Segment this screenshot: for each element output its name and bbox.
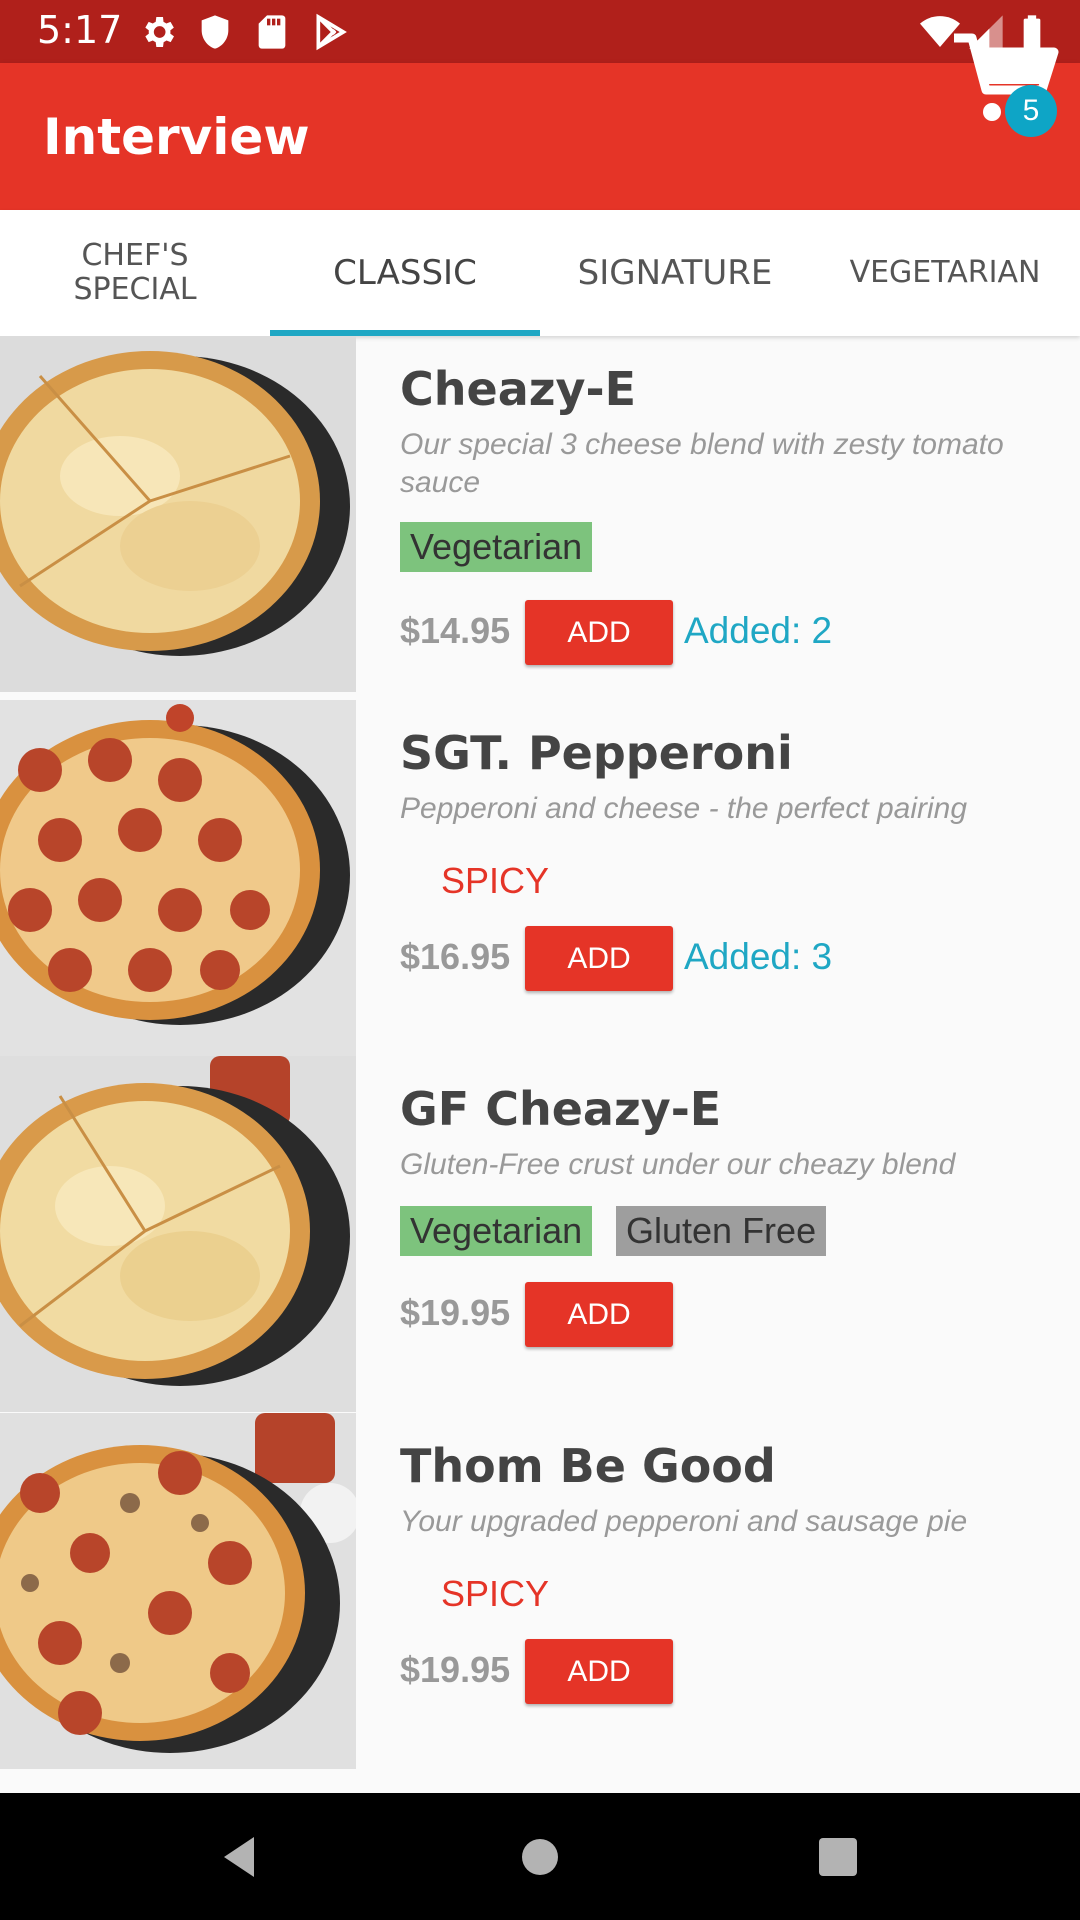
category-tabs: CHEF'S SPECIAL CLASSIC SIGNATURE VEGETAR… (0, 210, 1080, 336)
tab-classic[interactable]: CLASSIC (270, 210, 540, 336)
vegetarian-tag: Vegetarian (400, 522, 593, 572)
app-bar: Interview (0, 63, 1080, 210)
tab-signature[interactable]: SIGNATURE (540, 210, 810, 336)
back-icon[interactable] (210, 1827, 270, 1887)
add-button[interactable]: ADD (525, 600, 673, 665)
item-title: Thom Be Good (400, 1439, 776, 1493)
pizza-image (0, 700, 356, 1056)
pizza-image (0, 1413, 356, 1769)
sd-card-icon (252, 12, 292, 52)
list-item: GF Cheazy-E Gluten-Free crust under our … (0, 1056, 1080, 1414)
add-button[interactable]: ADD (525, 1282, 673, 1347)
list-item: Thom Be Good Your upgraded pepperoni and… (0, 1413, 1080, 1771)
item-description: Pepperoni and cheese - the perfect pairi… (400, 792, 968, 825)
list-item: Cheazy-E Our special 3 cheese blend with… (0, 336, 1080, 694)
added-count: Added: 2 (684, 610, 833, 651)
tab-vegetarian[interactable]: VEGETARIAN (810, 210, 1080, 336)
item-description: Our special 3 cheese blend with zesty to… (400, 428, 1004, 499)
spicy-label: SPICY (441, 860, 550, 901)
play-store-icon (310, 12, 350, 52)
home-icon[interactable] (510, 1827, 570, 1887)
gluten-free-tag: Gluten Free (616, 1206, 827, 1256)
spicy-label: SPICY (441, 1573, 550, 1614)
tab-chefs-special[interactable]: CHEF'S SPECIAL (0, 210, 270, 336)
item-description: Your upgraded pepperoni and sausage pie (400, 1505, 968, 1538)
added-count: Added: 3 (684, 936, 833, 977)
item-title: Cheazy-E (400, 362, 637, 416)
vegetarian-tag: Vegetarian (400, 1206, 593, 1256)
item-title: GF Cheazy-E (400, 1082, 722, 1136)
system-nav-bar (0, 1793, 1080, 1920)
add-button[interactable]: ADD (525, 1639, 673, 1704)
shield-icon (195, 12, 235, 52)
gear-icon (138, 12, 178, 52)
item-price: $16.95 (400, 936, 511, 977)
app-title: Interview (43, 108, 310, 166)
cart-count-badge: 5 (1005, 85, 1057, 137)
item-price: $19.95 (400, 1292, 511, 1333)
add-button[interactable]: ADD (525, 926, 673, 991)
item-description: Gluten-Free crust under our cheazy blend (400, 1148, 956, 1181)
pizza-image (0, 1056, 356, 1412)
item-price: $14.95 (400, 610, 511, 651)
recents-icon[interactable] (808, 1827, 868, 1887)
list-item: SGT. Pepperoni Pepperoni and cheese - th… (0, 700, 1080, 1058)
status-bar: 5:17 (0, 0, 1080, 63)
pizza-image (0, 336, 356, 692)
item-price: $19.95 (400, 1649, 511, 1690)
status-time: 5:17 (37, 8, 123, 52)
item-title: SGT. Pepperoni (400, 726, 793, 780)
